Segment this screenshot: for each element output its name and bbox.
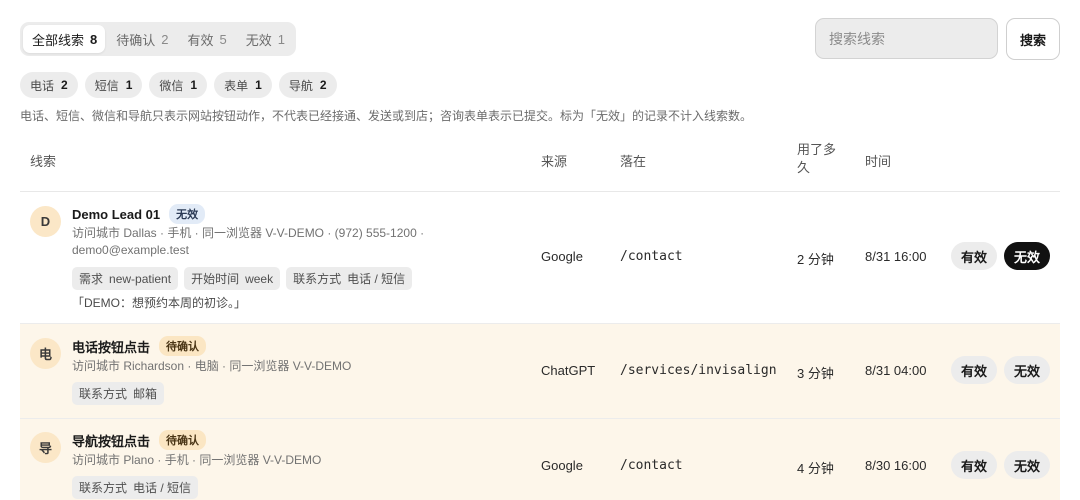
lead-title: Demo Lead 01 无效: [72, 204, 206, 224]
chip-count: 2: [61, 78, 68, 92]
mark-invalid-button[interactable]: 无效: [1004, 356, 1051, 384]
tag-contact: 联系方式 邮箱: [72, 382, 165, 405]
mark-invalid-button[interactable]: 无效: [1004, 451, 1051, 479]
chip-navigation[interactable]: 导航 2: [278, 72, 337, 98]
lead-name: 电话按钮点击: [72, 339, 151, 355]
tab-invalid[interactable]: 无效 1: [237, 25, 293, 53]
column-header-lead: 线索: [30, 154, 57, 169]
status-badge: 待确认: [159, 336, 207, 356]
timestamp: 8/31 16:00: [865, 249, 927, 264]
avatar: D: [30, 206, 61, 237]
chip-label: 微信: [159, 78, 184, 93]
lead-name: Demo Lead 01: [72, 206, 161, 222]
lead-meta-line: 访问城市 Plano · 手机 · 同一浏览器 V-V-DEMO: [72, 453, 322, 467]
tag-value: week: [245, 271, 274, 286]
lead-tags: 联系方式 电话 / 短信: [72, 476, 199, 499]
lead-meta: 访问城市 Dallas · 手机 · 同一浏览器 V-V-DEMO · (972…: [72, 225, 424, 259]
landing-page: /contact: [620, 249, 683, 264]
status-badge: 无效: [169, 204, 206, 224]
lead-meta: 访问城市 Plano · 手机 · 同一浏览器 V-V-DEMO: [72, 452, 321, 469]
type-filter-chips: 电话 2 短信 1 微信 1 表单 1 导航 2: [20, 72, 337, 98]
explanation-note: 电话、短信、微信和导航只表示网站按钮动作，不代表已经接通、发送或到店；咨询表单表…: [20, 109, 753, 123]
table-row: 导 导航按钮点击 待确认 访问城市 Plano · 手机 · 同一浏览器 V-V…: [20, 419, 1060, 500]
tab-label: 无效: [245, 32, 272, 48]
landing-page: /contact: [620, 458, 683, 473]
duration: 3 分钟: [797, 366, 834, 381]
chip-count: 2: [319, 78, 327, 92]
tag-key: 联系方式: [79, 481, 128, 495]
tag-need: 需求 new-patient: [72, 267, 179, 290]
lead-tags: 需求 new-patient 开始时间 week 联系方式 电话 / 短信: [72, 267, 413, 290]
tag-contact: 联系方式 电话 / 短信: [286, 267, 413, 290]
tag-value: new-patient: [109, 271, 172, 286]
lead-source: Google: [541, 249, 583, 264]
chip-label: 短信: [94, 78, 119, 93]
lead-title: 电话按钮点击 待确认: [72, 336, 207, 356]
tag-key: 需求: [79, 272, 104, 286]
tab-count: 1: [277, 31, 285, 47]
chip-wechat[interactable]: 微信 1: [149, 72, 208, 98]
mark-valid-button[interactable]: 有效: [951, 451, 998, 479]
lead-meta: 访问城市 Richardson · 电脑 · 同一浏览器 V-V-DEMO: [72, 358, 351, 375]
tab-count: 5: [219, 31, 227, 47]
tag-key: 联系方式: [293, 272, 342, 286]
status-filter-tabs: 全部线索 8 待确认 2 有效 5 无效 1: [20, 22, 296, 56]
chip-count: 1: [125, 78, 133, 92]
table-row: D Demo Lead 01 无效 访问城市 Dallas · 手机 · 同一浏…: [20, 192, 1060, 324]
tag-contact: 联系方式 电话 / 短信: [72, 476, 199, 499]
chip-sms[interactable]: 短信 1: [84, 72, 143, 98]
tag-start-time: 开始时间 week: [184, 267, 281, 290]
status-badge: 待确认: [159, 430, 207, 450]
chip-label: 导航: [288, 78, 313, 93]
lead-source: ChatGPT: [541, 363, 596, 378]
landing-page: /services/invisalign: [620, 363, 777, 378]
avatar: 导: [30, 432, 61, 463]
chip-label: 电话: [30, 78, 55, 93]
tag-value: 电话 / 短信: [133, 481, 192, 495]
tab-count: 2: [161, 31, 169, 47]
mark-invalid-button[interactable]: 无效: [1004, 242, 1051, 270]
tag-key: 联系方式: [79, 387, 128, 401]
chip-label: 表单: [224, 78, 249, 93]
tab-count: 8: [90, 31, 98, 47]
mark-valid-button[interactable]: 有效: [951, 356, 998, 384]
column-header-source: 来源: [541, 154, 568, 169]
lead-source: Google: [541, 458, 583, 473]
duration: 4 分钟: [797, 461, 834, 476]
tab-label: 待确认: [116, 32, 156, 48]
chip-phone[interactable]: 电话 2: [20, 72, 78, 98]
table-header: 线索 来源 落在 用了多久 时间: [20, 138, 1060, 192]
lead-email: demo0@example.test: [72, 243, 189, 257]
lead-message: 「DEMO：想预约本周的初诊。」: [72, 296, 247, 310]
search-input[interactable]: [815, 18, 998, 59]
timestamp: 8/30 16:00: [865, 458, 927, 473]
lead-name: 导航按钮点击: [72, 433, 151, 449]
column-header-time: 时间: [865, 154, 892, 169]
timestamp: 8/31 04:00: [865, 363, 927, 378]
tab-label: 全部线索: [32, 32, 85, 48]
mark-valid-button[interactable]: 有效: [951, 242, 998, 270]
lead-meta-line: 访问城市 Richardson · 电脑 · 同一浏览器 V-V-DEMO: [72, 359, 352, 373]
chip-count: 1: [255, 78, 262, 92]
tab-all[interactable]: 全部线索 8: [23, 25, 106, 53]
tag-value: 电话 / 短信: [347, 272, 406, 286]
tab-label: 有效: [187, 32, 214, 48]
tag-value: 邮箱: [133, 387, 158, 401]
table-row: 电 电话按钮点击 待确认 访问城市 Richardson · 电脑 · 同一浏览…: [20, 324, 1060, 419]
column-header-landing: 落在: [620, 154, 647, 169]
lead-title: 导航按钮点击 待确认: [72, 430, 207, 450]
lead-meta-line: 访问城市 Dallas · 手机 · 同一浏览器 V-V-DEMO · (972…: [72, 226, 425, 240]
tab-valid[interactable]: 有效 5: [179, 25, 235, 53]
lead-tags: 联系方式 邮箱: [72, 382, 165, 405]
column-header-duration: 用了多久: [797, 142, 837, 175]
chip-count: 1: [190, 78, 198, 92]
chip-form[interactable]: 表单 1: [214, 72, 272, 98]
search-button[interactable]: 搜索: [1006, 18, 1060, 60]
duration: 2 分钟: [797, 252, 834, 267]
tag-key: 开始时间: [191, 272, 240, 286]
tab-pending[interactable]: 待确认 2: [107, 25, 176, 53]
avatar: 电: [30, 338, 61, 369]
